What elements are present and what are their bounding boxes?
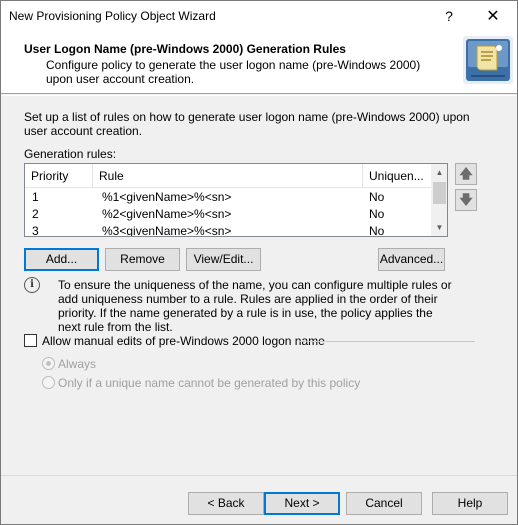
row-uniqueness: No [369, 224, 385, 237]
window-title: New Provisioning Policy Object Wizard [9, 9, 216, 23]
help-title-button[interactable]: ? [429, 3, 469, 30]
radio-only-if-unique[interactable] [42, 376, 55, 389]
generation-rules-label: Generation rules: [24, 147, 117, 161]
scroll-thumb[interactable] [433, 182, 446, 204]
remove-rule-button[interactable]: Remove [105, 248, 180, 271]
wizard-window: New Provisioning Policy Object Wizard ? … [0, 0, 518, 525]
list-scrollbar[interactable]: ▲ ▼ [431, 164, 447, 236]
generation-rules-list[interactable]: Priority Rule Uniquen... 1 %1<givenName>… [24, 163, 448, 237]
row-uniqueness: No [369, 207, 385, 221]
view-edit-rule-button[interactable]: View/Edit... [186, 248, 261, 271]
back-button[interactable]: < Back [188, 492, 264, 515]
next-button[interactable]: Next > [264, 492, 340, 515]
radio-selected-dot [46, 361, 51, 366]
group-divider [299, 341, 475, 342]
help-button[interactable]: Help [432, 492, 508, 515]
list-header: Priority Rule Uniquen... [25, 164, 431, 188]
info-text: To ensure the uniqueness of the name, yo… [58, 278, 452, 334]
scroll-up-icon[interactable]: ▲ [431, 164, 447, 181]
info-icon: i [24, 277, 40, 293]
allow-manual-edits-checkbox[interactable] [24, 334, 37, 347]
scroll-down-icon[interactable]: ▼ [431, 219, 447, 236]
move-up-button[interactable]: 🡅 [455, 163, 477, 185]
allow-manual-edits-label[interactable]: Allow manual edits of pre-Windows 2000 l… [42, 334, 325, 348]
move-down-button[interactable]: 🡇 [455, 189, 477, 211]
table-row[interactable]: 2 %2<givenName>%<sn> No [25, 206, 431, 223]
row-rule: %1<givenName>%<sn> [102, 190, 232, 204]
row-priority: 3 [32, 224, 39, 237]
wizard-header: User Logon Name (pre-Windows 2000) Gener… [1, 32, 517, 94]
arrow-up-icon: 🡅 [459, 166, 473, 181]
close-button[interactable]: ✕ [473, 3, 513, 30]
table-row[interactable]: 3 %3<givenName>%<sn> No [25, 223, 431, 237]
header-separator [1, 95, 517, 96]
column-priority[interactable]: Priority [25, 164, 93, 188]
column-uniqueness[interactable]: Uniquen... [363, 164, 431, 188]
row-rule: %2<givenName>%<sn> [102, 207, 232, 221]
footer-separator [1, 475, 517, 476]
radio-always[interactable] [42, 357, 55, 370]
add-rule-button[interactable]: Add... [24, 248, 99, 271]
table-row[interactable]: 1 %1<givenName>%<sn> No [25, 189, 431, 206]
cancel-button[interactable]: Cancel [346, 492, 422, 515]
row-priority: 2 [32, 207, 39, 221]
description-text: Set up a list of rules on how to generat… [24, 110, 470, 138]
page-title: User Logon Name (pre-Windows 2000) Gener… [24, 42, 346, 56]
radio-always-label[interactable]: Always [58, 357, 96, 371]
radio-only-if-unique-label[interactable]: Only if a unique name cannot be generate… [58, 376, 360, 390]
arrow-down-icon: 🡇 [459, 192, 473, 207]
policy-scroll-icon [463, 36, 513, 84]
advanced-button[interactable]: Advanced... [378, 248, 445, 271]
row-uniqueness: No [369, 190, 385, 204]
row-rule: %3<givenName>%<sn> [102, 224, 232, 237]
row-priority: 1 [32, 190, 39, 204]
column-rule[interactable]: Rule [93, 164, 363, 188]
title-bar: New Provisioning Policy Object Wizard ? … [1, 1, 517, 32]
page-subtitle: Configure policy to generate the user lo… [46, 58, 421, 86]
